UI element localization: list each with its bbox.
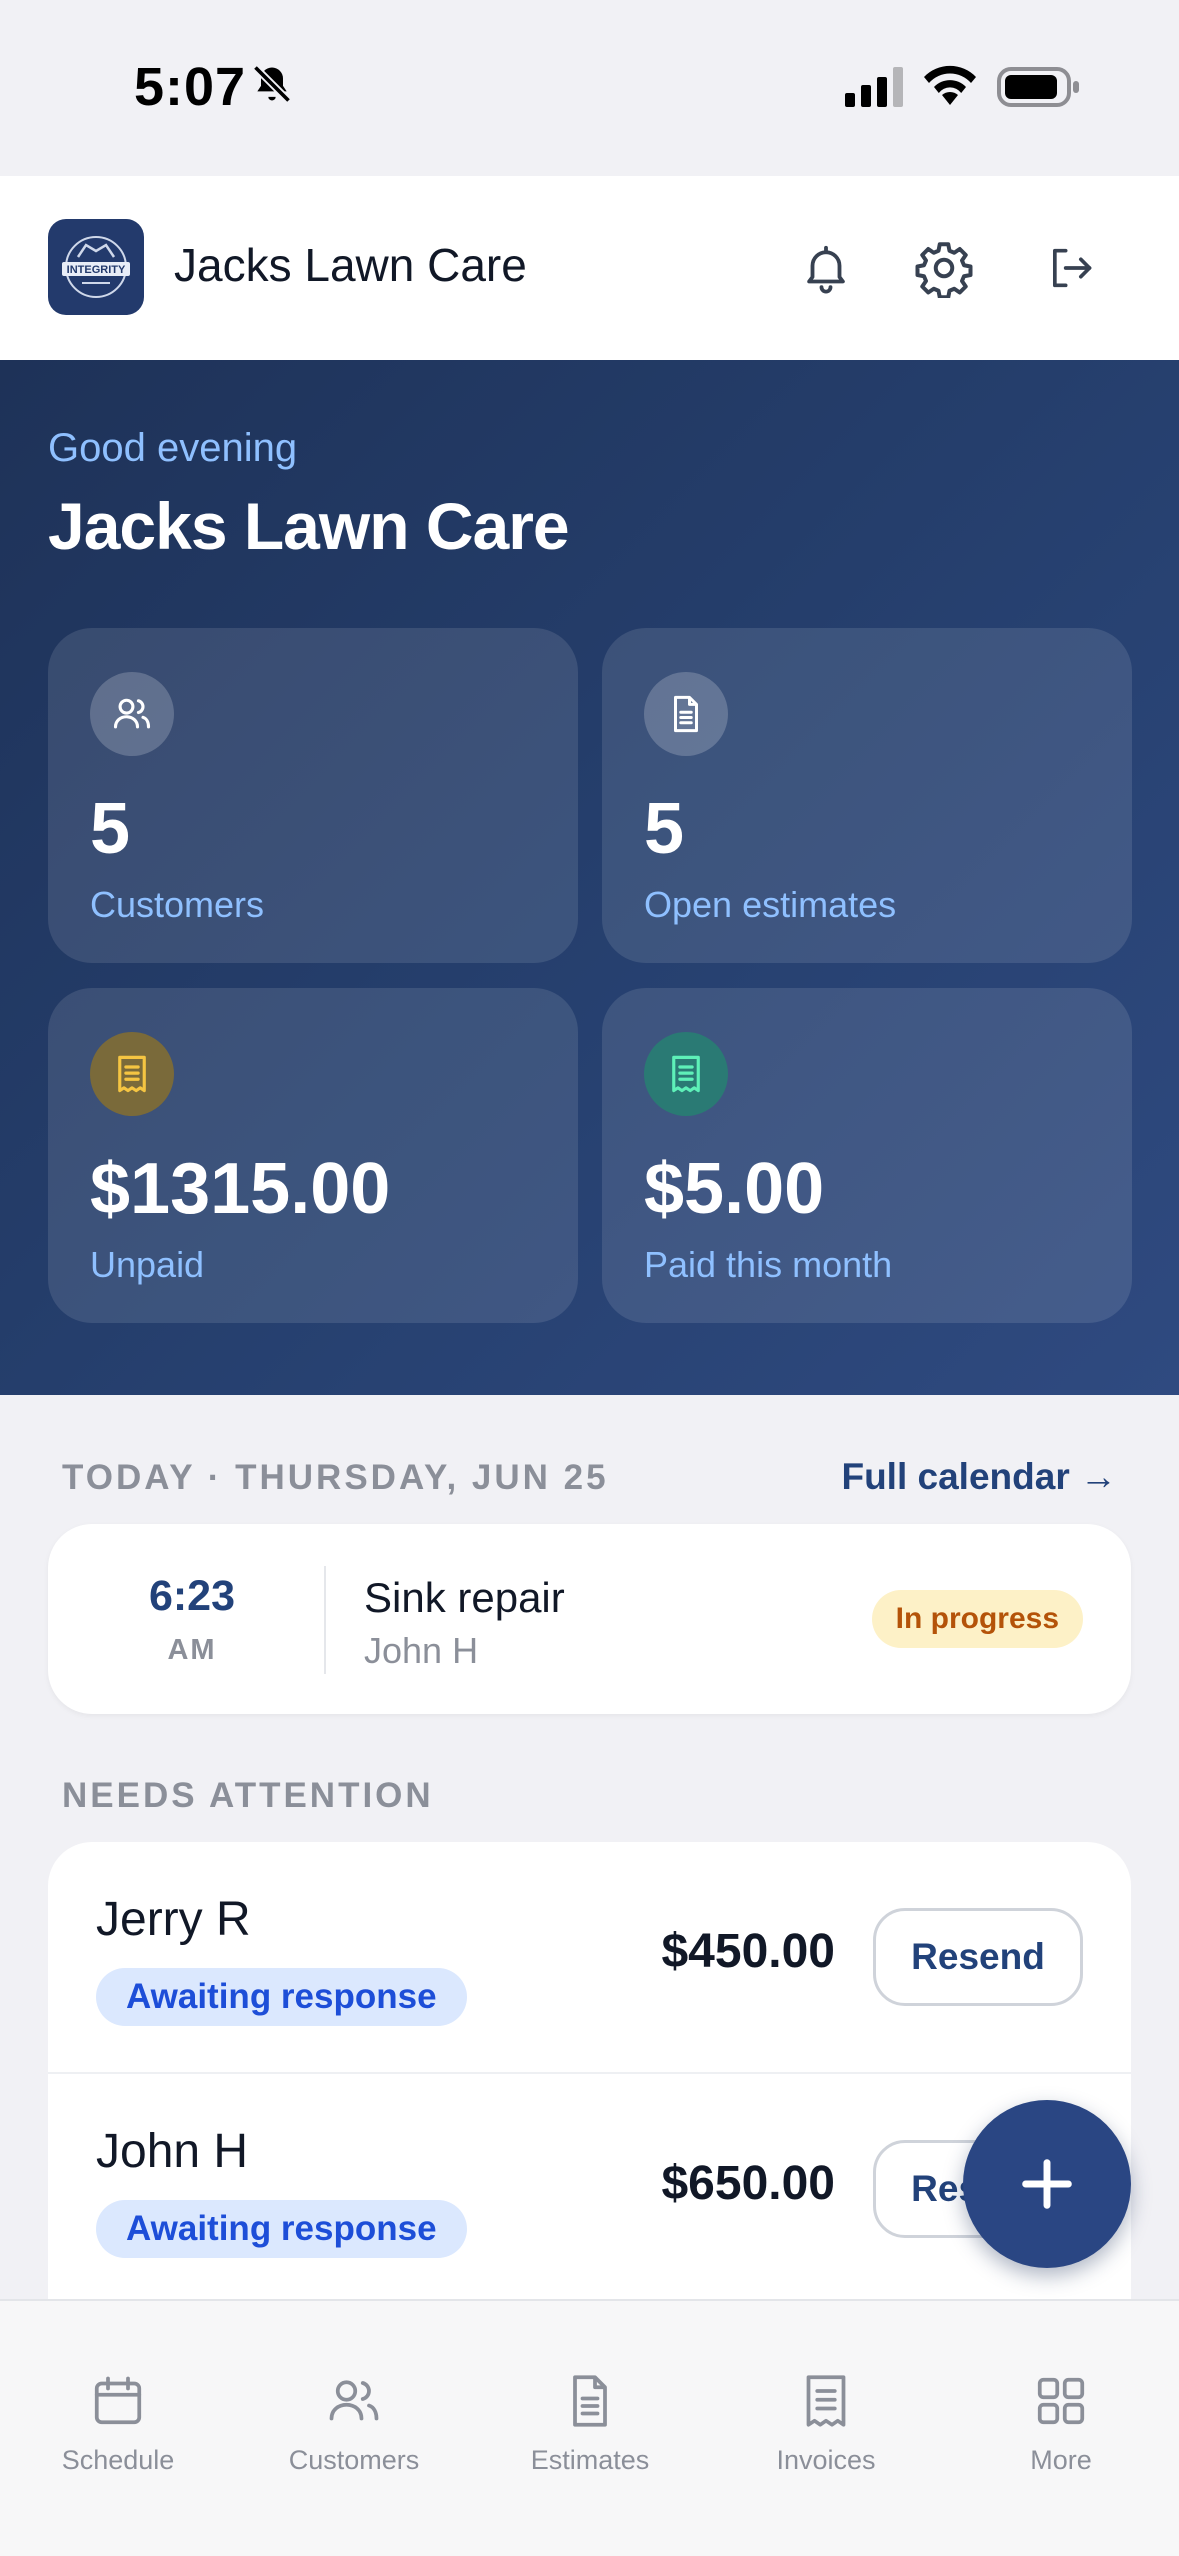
appointment-ampm: AM <box>167 1634 217 1666</box>
stat-label: Customers <box>90 884 265 925</box>
tab-label: Schedule <box>61 2445 175 2475</box>
logo-text: INTEGRITY <box>67 264 126 276</box>
business-name: Jacks Lawn Care <box>48 489 570 563</box>
receipt-icon <box>806 2375 846 2427</box>
bell-icon <box>807 245 845 294</box>
document-icon <box>573 2375 607 2427</box>
tab-schedule[interactable]: Schedule <box>0 2301 236 2481</box>
document-icon <box>644 672 728 756</box>
tab-bar: Schedule Customers Estimates Invoices Mo… <box>0 2299 1179 2556</box>
tab-invoices[interactable]: Invoices <box>708 2301 944 2481</box>
full-calendar-link[interactable]: Full calendar → <box>841 1456 1117 1498</box>
status-badge: Awaiting response <box>96 1968 467 2026</box>
tab-label: More <box>1030 2445 1092 2475</box>
stat-label: Open estimates <box>644 884 897 925</box>
greeting: Good evening <box>48 426 298 470</box>
appointment-customer: John H <box>364 1630 479 1671</box>
today-heading: TODAY · THURSDAY, JUN 25 <box>62 1458 609 1497</box>
tab-label: Customers <box>288 2445 420 2475</box>
customer-name: Jerry R <box>96 1893 251 1946</box>
users-icon <box>90 672 174 756</box>
status-time: 5:07 <box>134 57 247 117</box>
calendar-icon <box>94 2376 142 2425</box>
resend-button[interactable]: Resend <box>873 1908 1083 2006</box>
needs-attention-heading: NEEDS ATTENTION <box>62 1776 434 1815</box>
wifi-icon <box>924 65 976 105</box>
stat-value: 5 <box>644 789 685 869</box>
stat-label: Paid this month <box>644 1244 893 1285</box>
receipt-icon <box>644 1032 728 1116</box>
tab-more[interactable]: More <box>943 2301 1179 2481</box>
tab-customers[interactable]: Customers <box>236 2301 472 2481</box>
settings-button[interactable] <box>910 234 978 302</box>
notifications-button[interactable] <box>792 234 860 302</box>
stat-card-customers[interactable]: 5 Customers <box>48 628 578 963</box>
needs-attention-list: Jerry R Awaiting response $450.00 Resend… <box>48 1842 1131 2302</box>
grid-icon <box>1037 2377 1085 2425</box>
plus-icon <box>1022 2159 1072 2209</box>
dashboard-hero: Good evening Jacks Lawn Care 5 Customers… <box>0 360 1179 1395</box>
cellular-signal-icon <box>845 67 903 107</box>
stat-value: $5.00 <box>644 1149 825 1229</box>
list-item[interactable]: Jerry R Awaiting response $450.00 Resend <box>48 1842 1131 2072</box>
stat-card-paid-this-month[interactable]: $5.00 Paid this month <box>602 988 1132 1323</box>
stat-value: $1315.00 <box>90 1149 391 1229</box>
status-bar: 5:07 <box>0 0 1179 176</box>
amount: $650.00 <box>661 2157 835 2210</box>
appointment-time: 6:23 <box>148 1572 236 1620</box>
stat-card-open-estimates[interactable]: 5 Open estimates <box>602 628 1132 963</box>
gear-icon <box>915 242 973 298</box>
customer-name: John H <box>96 2125 249 2178</box>
tab-label: Estimates <box>530 2445 650 2475</box>
battery-icon <box>997 67 1079 107</box>
app-title: Jacks Lawn Care <box>174 239 527 291</box>
app-header: INTEGRITY Jacks Lawn Care <box>0 176 1179 360</box>
add-button[interactable] <box>963 2100 1131 2268</box>
logout-button[interactable] <box>1036 234 1104 302</box>
amount: $450.00 <box>661 1925 835 1978</box>
divider <box>324 1566 326 1674</box>
appointment-card[interactable]: 6:23 AM Sink repair John H In progress <box>48 1524 1131 1714</box>
status-badge: Awaiting response <box>96 2200 467 2258</box>
receipt-icon <box>90 1032 174 1116</box>
bell-muted-icon <box>252 64 292 104</box>
appointment-title: Sink repair <box>364 1574 565 1621</box>
stat-card-unpaid[interactable]: $1315.00 Unpaid <box>48 988 578 1323</box>
stat-value: 5 <box>90 789 131 869</box>
logo-mark-icon: INTEGRITY <box>62 236 130 298</box>
status-badge: In progress <box>871 1590 1083 1648</box>
tab-estimates[interactable]: Estimates <box>472 2301 708 2481</box>
business-logo: INTEGRITY <box>48 219 144 315</box>
logout-icon <box>1052 248 1092 288</box>
stat-label: Unpaid <box>90 1244 205 1285</box>
users-icon <box>329 2380 379 2421</box>
tab-label: Invoices <box>776 2445 876 2475</box>
